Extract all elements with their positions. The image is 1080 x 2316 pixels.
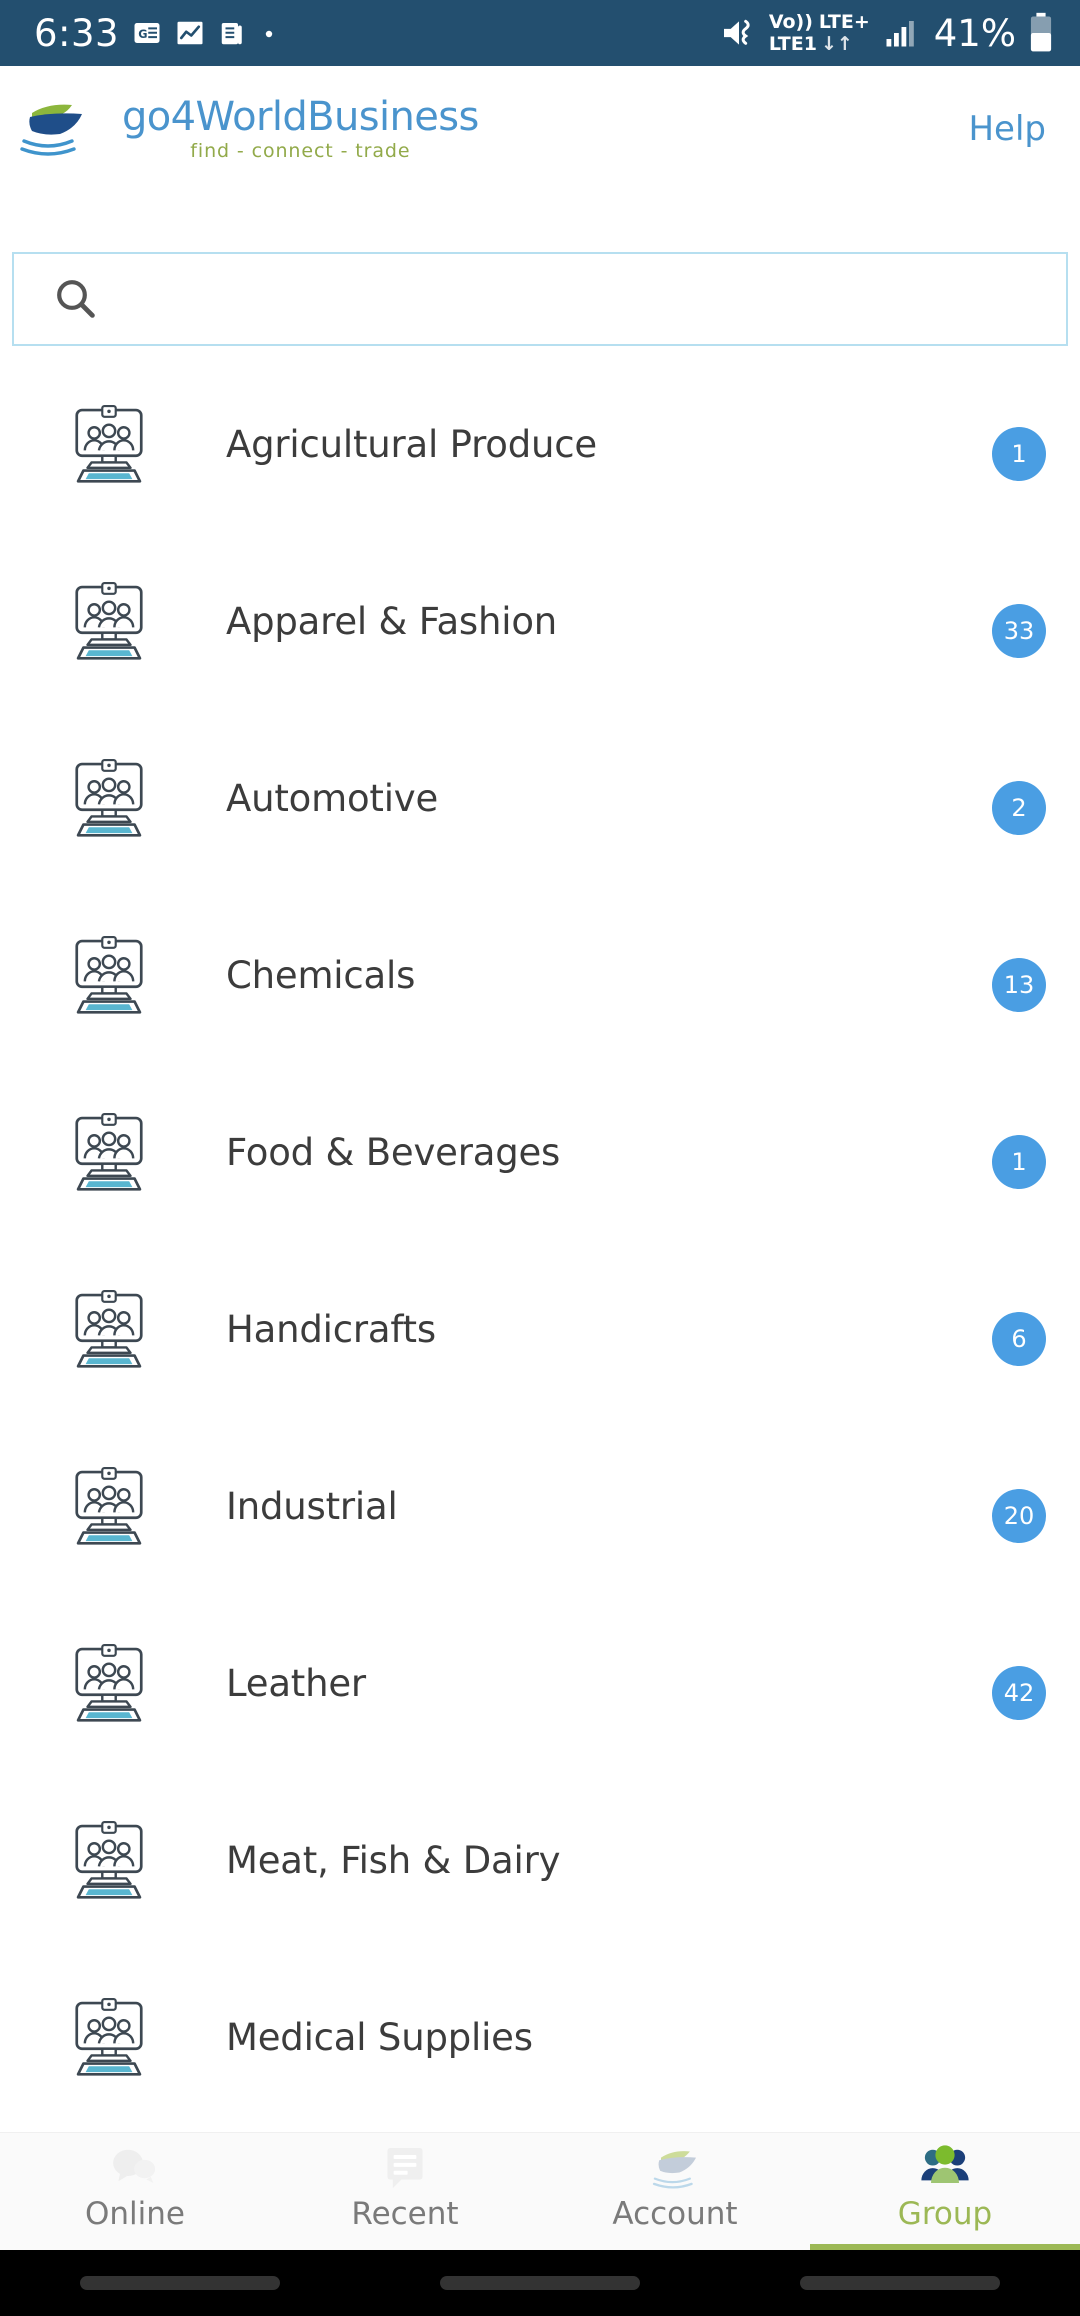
nav-tab-account[interactable]: Account [540, 2133, 810, 2250]
search-icon [57, 280, 95, 318]
search-bar[interactable] [12, 252, 1068, 346]
group-monitor-icon [66, 1641, 152, 1727]
category-label: Apparel & Fashion [226, 600, 558, 643]
category-badge: 2 [992, 780, 1046, 835]
category-row[interactable]: Handicrafts 6 [0, 1241, 1080, 1418]
group-monitor-icon [66, 402, 152, 488]
category-badge: 42 [992, 1665, 1046, 1720]
stocks-chart-icon [177, 21, 203, 45]
group-monitor-icon [66, 756, 152, 842]
category-label: Meat, Fish & Dairy [226, 1839, 561, 1882]
status-bar-left: 6:33 G [34, 15, 277, 52]
battery-icon [1030, 12, 1052, 52]
volume-mute-icon [723, 19, 750, 45]
category-row[interactable]: Chemicals 13 [0, 887, 1080, 1064]
nav-tab-label: Group [897, 2196, 993, 2232]
ship-icon [646, 2141, 704, 2197]
recents-pill[interactable] [80, 2276, 280, 2290]
category-row[interactable]: Leather 42 [0, 1595, 1080, 1772]
nav-tab-label: Online [85, 2196, 185, 2232]
battery-percent-label: 41% [933, 11, 1016, 55]
category-label: Industrial [226, 1485, 398, 1528]
home-pill[interactable] [440, 2276, 640, 2290]
category-badge: 33 [992, 603, 1046, 658]
category-badge: 1 [992, 426, 1046, 481]
category-label: Food & Beverages [226, 1131, 561, 1174]
category-row[interactable]: Food & Beverages 1 [0, 1064, 1080, 1241]
dot-icon [265, 30, 273, 38]
brand-logo[interactable]: go4WorldBusiness find - connect - trade [18, 93, 479, 165]
app-header: go4WorldBusiness find - connect - trade … [0, 66, 1080, 192]
category-label: Automotive [226, 777, 439, 820]
group-monitor-icon [66, 1995, 152, 2081]
chat-bubbles-icon [107, 2141, 163, 2197]
status-bar: 6:33 G Vo)) LTE+ LTE1 ↓↑ 41% [0, 0, 1080, 66]
category-badge: 13 [992, 957, 1046, 1012]
message-lines-icon [377, 2141, 433, 2197]
group-monitor-icon [66, 579, 152, 665]
category-row[interactable]: Meat, Fish & Dairy [0, 1772, 1080, 1949]
category-row[interactable]: Apparel & Fashion 33 [0, 533, 1080, 710]
nav-tab-label: Account [612, 2196, 738, 2232]
help-link[interactable]: Help [968, 109, 1046, 149]
category-label: Medical Supplies [226, 2016, 533, 2059]
status-bar-right: Vo)) LTE+ LTE1 ↓↑ 41% [719, 11, 1056, 55]
android-navigation-bar[interactable] [0, 2250, 1080, 2316]
category-label: Chemicals [226, 954, 416, 997]
category-row[interactable]: Medical Supplies [0, 1949, 1080, 2126]
ship-logo-icon [20, 104, 82, 156]
group-monitor-icon [66, 1110, 152, 1196]
group-monitor-icon [66, 1464, 152, 1550]
people-group-icon [917, 2141, 973, 2197]
bottom-navigation[interactable]: Online Recent Account Group [0, 2132, 1080, 2250]
category-row[interactable]: Automotive 2 [0, 710, 1080, 887]
category-row[interactable]: Industrial 20 [0, 1418, 1080, 1595]
google-news-icon: G [134, 23, 160, 43]
network-indicator: Vo)) LTE+ LTE1 ↓↑ [768, 10, 870, 55]
signal-bars-icon [886, 21, 914, 47]
category-badge: 1 [992, 1134, 1046, 1189]
group-monitor-icon [66, 933, 152, 1019]
network-type-label: LTE+ [818, 10, 870, 33]
sim-label: LTE1 [768, 32, 817, 55]
nav-tab-recent[interactable]: Recent [270, 2133, 540, 2250]
nav-tab-online[interactable]: Online [0, 2133, 270, 2250]
category-label: Leather [226, 1662, 366, 1705]
category-list[interactable]: Agricultural Produce 1 Apparel & Fashion 3… [0, 356, 1080, 2132]
brand-tagline: find - connect - trade [190, 140, 411, 162]
category-row[interactable]: Agricultural Produce 1 [0, 356, 1080, 533]
data-arrows-icon: ↓↑ [820, 32, 853, 55]
group-monitor-icon [66, 1287, 152, 1373]
back-pill[interactable] [800, 2276, 1000, 2290]
category-badge: 6 [992, 1311, 1046, 1366]
category-label: Handicrafts [226, 1308, 436, 1351]
category-badge: 20 [992, 1488, 1046, 1543]
search-input[interactable] [126, 279, 986, 319]
volte-label: Vo)) [768, 10, 813, 33]
nav-tab-group[interactable]: Group [810, 2133, 1080, 2250]
svg-text:G: G [138, 28, 147, 41]
document-icon [221, 23, 242, 45]
status-bar-clock: 6:33 [34, 11, 120, 55]
app-screen: 6:33 G Vo)) LTE+ LTE1 ↓↑ 41% go4WorldBus… [0, 0, 1080, 2316]
brand-text: go4WorldBusiness find - connect - trade [122, 96, 479, 162]
brand-name: go4WorldBusiness [122, 94, 479, 140]
category-label: Agricultural Produce [226, 423, 597, 466]
group-monitor-icon [66, 1818, 152, 1904]
nav-tab-label: Recent [351, 2196, 459, 2232]
